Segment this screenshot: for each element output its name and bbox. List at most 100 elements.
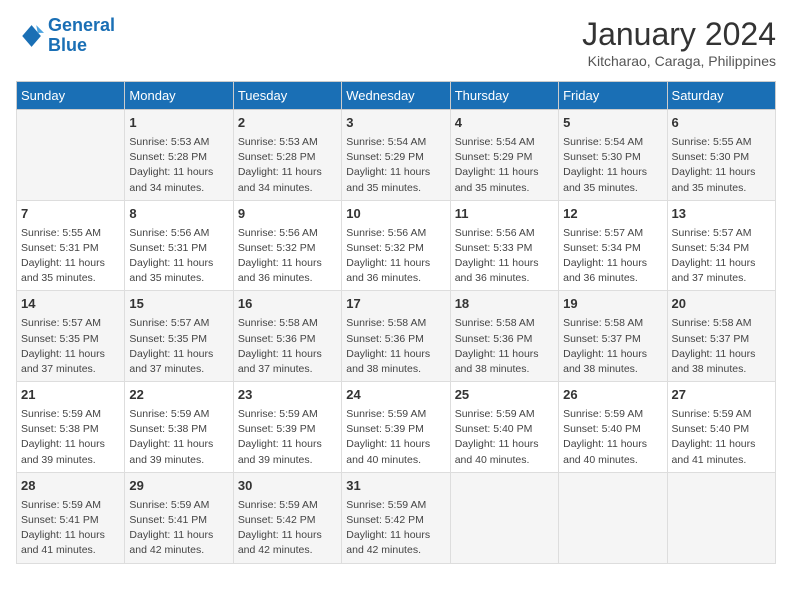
day-number: 17 — [346, 295, 445, 314]
col-header-saturday: Saturday — [667, 82, 775, 110]
day-detail: Sunrise: 5:54 AM Sunset: 5:29 PM Dayligh… — [455, 135, 554, 196]
calendar-cell: 29Sunrise: 5:59 AM Sunset: 5:41 PM Dayli… — [125, 472, 233, 563]
calendar-cell: 15 Sunrise: 5:57 AM Sunset: 5:35 PM Dayli… — [125, 291, 233, 382]
day-detail: Sunrise: 5:57 AM Sunset: 5:34 PM Dayligh… — [563, 226, 662, 287]
day-number: 28 — [21, 477, 120, 496]
col-header-wednesday: Wednesday — [342, 82, 450, 110]
calendar-cell: 27Sunrise: 5:59 AM Sunset: 5:40 PM Dayli… — [667, 382, 775, 473]
day-number: 29 — [129, 477, 228, 496]
calendar-cell: 9 Sunrise: 5:56 AM Sunset: 5:32 PM Daylig… — [233, 200, 341, 291]
calendar-cell: 19 Sunrise: 5:58 AM Sunset: 5:37 PM Dayli… — [559, 291, 667, 382]
calendar-cell: 6 Sunrise: 5:55 AM Sunset: 5:30 PM Daylig… — [667, 110, 775, 201]
week-row-3: 14Sunrise: 5:57 AM Sunset: 5:35 PM Dayli… — [17, 291, 776, 382]
day-number: 25 — [455, 386, 554, 405]
day-number: 24 — [346, 386, 445, 405]
day-detail: Sunrise: 5:56 AM Sunset: 5:32 PM Dayligh… — [238, 226, 337, 287]
day-detail: Sunrise: 5:58 AM Sunset: 5:36 PM Dayligh… — [238, 316, 337, 377]
calendar-cell: 17 Sunrise: 5:58 AM Sunset: 5:36 PM Dayli… — [342, 291, 450, 382]
logo: General Blue — [16, 16, 115, 56]
logo-line1: General — [48, 15, 115, 35]
day-number: 6 — [672, 114, 771, 133]
week-row-1: 1 Sunrise: 5:53 AM Sunset: 5:28 PM Daylig… — [17, 110, 776, 201]
day-number: 22 — [129, 386, 228, 405]
calendar-cell: 24 Sunrise: 5:59 AM Sunset: 5:39 PM Dayli… — [342, 382, 450, 473]
day-number: 21 — [21, 386, 120, 405]
day-number: 5 — [563, 114, 662, 133]
calendar-cell: 16Sunrise: 5:58 AM Sunset: 5:36 PM Dayli… — [233, 291, 341, 382]
day-detail: Sunrise: 5:59 AM Sunset: 5:39 PM Dayligh… — [346, 407, 445, 468]
day-number: 4 — [455, 114, 554, 133]
day-detail: Sunrise: 5:53 AM Sunset: 5:28 PM Dayligh… — [129, 135, 228, 196]
day-detail: Sunrise: 5:59 AM Sunset: 5:40 PM Dayligh… — [563, 407, 662, 468]
day-detail: Sunrise: 5:59 AM Sunset: 5:38 PM Dayligh… — [21, 407, 120, 468]
calendar-cell: 18 Sunrise: 5:58 AM Sunset: 5:36 PM Dayli… — [450, 291, 558, 382]
calendar-cell: 4 Sunrise: 5:54 AM Sunset: 5:29 PM Daylig… — [450, 110, 558, 201]
calendar-cell: 12Sunrise: 5:57 AM Sunset: 5:34 PM Dayli… — [559, 200, 667, 291]
col-header-tuesday: Tuesday — [233, 82, 341, 110]
day-detail: Sunrise: 5:57 AM Sunset: 5:35 PM Dayligh… — [21, 316, 120, 377]
subtitle: Kitcharao, Caraga, Philippines — [582, 53, 776, 69]
logo-text: General Blue — [48, 16, 115, 56]
logo-line2: Blue — [48, 35, 87, 55]
calendar-cell: 10 Sunrise: 5:56 AM Sunset: 5:32 PM Dayli… — [342, 200, 450, 291]
calendar-cell: 20Sunrise: 5:58 AM Sunset: 5:37 PM Dayli… — [667, 291, 775, 382]
day-detail: Sunrise: 5:59 AM Sunset: 5:42 PM Dayligh… — [238, 498, 337, 559]
day-number: 20 — [672, 295, 771, 314]
calendar-cell: 7 Sunrise: 5:55 AM Sunset: 5:31 PM Daylig… — [17, 200, 125, 291]
calendar-cell: 31 Sunrise: 5:59 AM Sunset: 5:42 PM Dayli… — [342, 472, 450, 563]
calendar-cell: 3Sunrise: 5:54 AM Sunset: 5:29 PM Daylig… — [342, 110, 450, 201]
col-header-thursday: Thursday — [450, 82, 558, 110]
day-number: 7 — [21, 205, 120, 224]
calendar-cell: 11 Sunrise: 5:56 AM Sunset: 5:33 PM Dayli… — [450, 200, 558, 291]
col-header-monday: Monday — [125, 82, 233, 110]
day-detail: Sunrise: 5:59 AM Sunset: 5:39 PM Dayligh… — [238, 407, 337, 468]
title-block: January 2024 Kitcharao, Caraga, Philippi… — [582, 16, 776, 69]
day-number: 15 — [129, 295, 228, 314]
day-detail: Sunrise: 5:58 AM Sunset: 5:37 PM Dayligh… — [563, 316, 662, 377]
day-detail: Sunrise: 5:59 AM Sunset: 5:40 PM Dayligh… — [455, 407, 554, 468]
calendar-cell: 26 Sunrise: 5:59 AM Sunset: 5:40 PM Dayli… — [559, 382, 667, 473]
day-detail: Sunrise: 5:56 AM Sunset: 5:33 PM Dayligh… — [455, 226, 554, 287]
day-detail: Sunrise: 5:59 AM Sunset: 5:38 PM Dayligh… — [129, 407, 228, 468]
day-number: 18 — [455, 295, 554, 314]
day-detail: Sunrise: 5:58 AM Sunset: 5:36 PM Dayligh… — [346, 316, 445, 377]
day-number: 31 — [346, 477, 445, 496]
calendar-cell: 5Sunrise: 5:54 AM Sunset: 5:30 PM Daylig… — [559, 110, 667, 201]
day-detail: Sunrise: 5:56 AM Sunset: 5:31 PM Dayligh… — [129, 226, 228, 287]
day-detail: Sunrise: 5:58 AM Sunset: 5:36 PM Dayligh… — [455, 316, 554, 377]
week-row-2: 7 Sunrise: 5:55 AM Sunset: 5:31 PM Daylig… — [17, 200, 776, 291]
day-detail: Sunrise: 5:59 AM Sunset: 5:41 PM Dayligh… — [21, 498, 120, 559]
calendar-cell: 28 Sunrise: 5:59 AM Sunset: 5:41 PM Dayli… — [17, 472, 125, 563]
main-title: January 2024 — [582, 16, 776, 53]
day-detail: Sunrise: 5:55 AM Sunset: 5:30 PM Dayligh… — [672, 135, 771, 196]
calendar-cell: 8Sunrise: 5:56 AM Sunset: 5:31 PM Daylig… — [125, 200, 233, 291]
day-detail: Sunrise: 5:56 AM Sunset: 5:32 PM Dayligh… — [346, 226, 445, 287]
col-header-friday: Friday — [559, 82, 667, 110]
calendar-cell: 30 Sunrise: 5:59 AM Sunset: 5:42 PM Dayli… — [233, 472, 341, 563]
day-number: 10 — [346, 205, 445, 224]
calendar-cell: 25 Sunrise: 5:59 AM Sunset: 5:40 PM Dayli… — [450, 382, 558, 473]
day-detail: Sunrise: 5:59 AM Sunset: 5:42 PM Dayligh… — [346, 498, 445, 559]
day-number: 19 — [563, 295, 662, 314]
day-number: 3 — [346, 114, 445, 133]
day-number: 9 — [238, 205, 337, 224]
week-row-5: 28 Sunrise: 5:59 AM Sunset: 5:41 PM Dayli… — [17, 472, 776, 563]
day-number: 30 — [238, 477, 337, 496]
day-number: 2 — [238, 114, 337, 133]
day-number: 13 — [672, 205, 771, 224]
calendar-cell: 14Sunrise: 5:57 AM Sunset: 5:35 PM Dayli… — [17, 291, 125, 382]
calendar-cell: 21 Sunrise: 5:59 AM Sunset: 5:38 PM Dayli… — [17, 382, 125, 473]
calendar-cell: 2 Sunrise: 5:53 AM Sunset: 5:28 PM Daylig… — [233, 110, 341, 201]
day-detail: Sunrise: 5:57 AM Sunset: 5:35 PM Dayligh… — [129, 316, 228, 377]
day-detail: Sunrise: 5:53 AM Sunset: 5:28 PM Dayligh… — [238, 135, 337, 196]
day-number: 27 — [672, 386, 771, 405]
day-number: 26 — [563, 386, 662, 405]
day-detail: Sunrise: 5:55 AM Sunset: 5:31 PM Dayligh… — [21, 226, 120, 287]
calendar-cell — [17, 110, 125, 201]
header: General Blue January 2024 Kitcharao, Car… — [16, 16, 776, 69]
calendar-cell: 23Sunrise: 5:59 AM Sunset: 5:39 PM Dayli… — [233, 382, 341, 473]
week-row-4: 21 Sunrise: 5:59 AM Sunset: 5:38 PM Dayli… — [17, 382, 776, 473]
day-number: 1 — [129, 114, 228, 133]
day-number: 11 — [455, 205, 554, 224]
calendar-cell: 1 Sunrise: 5:53 AM Sunset: 5:28 PM Daylig… — [125, 110, 233, 201]
